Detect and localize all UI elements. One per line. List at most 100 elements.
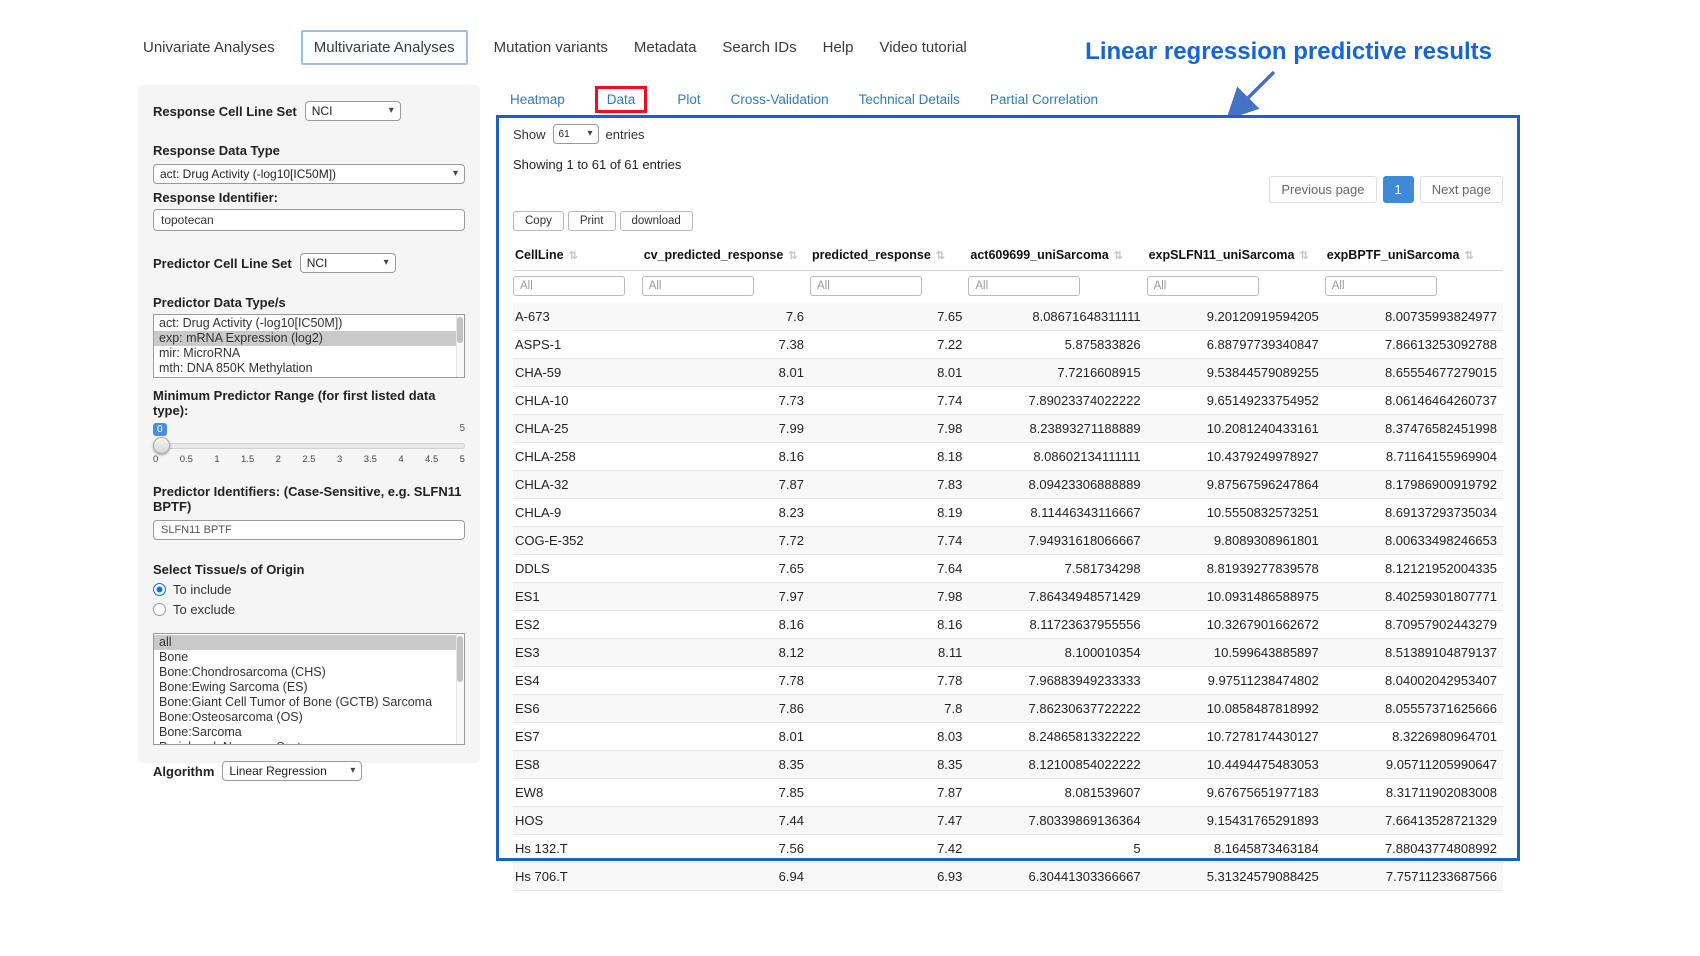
cell-value: 7.42 xyxy=(810,835,968,863)
copy-button[interactable]: Copy xyxy=(513,211,564,231)
response-identifier-label: Response Identifier: xyxy=(153,190,465,205)
top-nav: Univariate Analyses Multivariate Analyses… xyxy=(143,30,967,65)
sort-icon[interactable]: ⇅ xyxy=(1464,250,1473,262)
table-row: CHLA-257.997.988.2389327118888910.208124… xyxy=(513,415,1503,443)
list-option-bone-ewing-sarcoma-es[interactable]: Bone:Ewing Sarcoma (ES) xyxy=(154,680,464,695)
list-option-mth-dna-850k-methylation[interactable]: mth: DNA 850K Methylation xyxy=(154,361,464,376)
sort-icon[interactable]: ⇅ xyxy=(1114,250,1123,262)
list-option-act-drug-activity-log10-ic50m[interactable]: act: Drug Activity (-log10[IC50M]) xyxy=(154,316,464,331)
cell-line-name: CHLA-32 xyxy=(513,471,642,499)
algorithm-select[interactable]: Linear Regression ▾ xyxy=(222,761,362,781)
radio-button-icon[interactable] xyxy=(153,603,166,616)
filter-input-cv-predicted-response[interactable] xyxy=(642,276,754,296)
cell-line-name: ASPS-1 xyxy=(513,331,642,359)
slider-tick-label: 3 xyxy=(337,454,342,465)
list-option-bone-osteosarcoma-os[interactable]: Bone:Osteosarcoma (OS) xyxy=(154,710,464,725)
slider-track[interactable] xyxy=(153,443,465,449)
radio-to-exclude[interactable]: To exclude xyxy=(153,602,465,617)
cell-line-name: ES1 xyxy=(513,583,642,611)
download-button[interactable]: download xyxy=(620,211,693,231)
sort-icon[interactable]: ⇅ xyxy=(1299,250,1308,262)
scrollbar-thumb[interactable] xyxy=(457,317,463,343)
cell-value: 8.23 xyxy=(642,499,810,527)
column-header-act609699-unisarcoma[interactable]: act609699_uniSarcoma⇅ xyxy=(968,240,1146,271)
cell-value: 6.88797739340847 xyxy=(1147,331,1325,359)
sort-icon[interactable]: ⇅ xyxy=(569,250,578,262)
scrollbar[interactable] xyxy=(456,315,464,377)
cell-value: 7.86434948571429 xyxy=(968,583,1146,611)
predictor-data-type-list[interactable]: act: Drug Activity (-log10[IC50M])exp: m… xyxy=(153,314,465,378)
nav-item-search-ids[interactable]: Search IDs xyxy=(722,32,796,63)
table-row: CHA-598.018.017.72166089159.538445790892… xyxy=(513,359,1503,387)
filter-input-cellline[interactable] xyxy=(513,276,625,296)
tab-plot[interactable]: Plot xyxy=(677,87,700,112)
radio-to-include[interactable]: To include xyxy=(153,582,465,597)
sort-icon[interactable]: ⇅ xyxy=(936,250,945,262)
response-identifier-input[interactable] xyxy=(153,209,465,231)
cell-value: 9.87567596247864 xyxy=(1147,471,1325,499)
scrollbar[interactable] xyxy=(456,634,464,744)
cell-line-name: ES8 xyxy=(513,751,642,779)
previous-page-button[interactable]: Previous page xyxy=(1269,176,1376,203)
list-option-mir-microrna[interactable]: mir: MicroRNA xyxy=(154,346,464,361)
nav-item-mutation-variants[interactable]: Mutation variants xyxy=(494,32,608,63)
cell-line-name: Hs 132.T xyxy=(513,835,642,863)
list-option-peripheral-nervous-system[interactable]: Peripheral_Nervous_System xyxy=(154,740,464,745)
table-row: ES67.867.87.8623063772222210.08584878189… xyxy=(513,695,1503,723)
show-entries-row: Show 61 ▾ entries xyxy=(513,124,1503,144)
page: Univariate Analyses Multivariate Analyses… xyxy=(0,0,1700,956)
next-page-button[interactable]: Next page xyxy=(1420,176,1503,203)
nav-item-univariate-analyses[interactable]: Univariate Analyses xyxy=(143,32,275,63)
cell-value: 8.35 xyxy=(642,751,810,779)
radio-button-icon[interactable] xyxy=(153,583,166,596)
column-header-expslfn11-unisarcoma[interactable]: expSLFN11_uniSarcoma⇅ xyxy=(1147,240,1325,271)
scrollbar-thumb[interactable] xyxy=(457,636,463,682)
predictor-identifiers-input[interactable] xyxy=(153,520,465,540)
response-cell-line-set-select[interactable]: NCI ▾ xyxy=(305,101,401,121)
filter-cell xyxy=(968,271,1146,304)
print-button[interactable]: Print xyxy=(568,211,616,231)
nav-item-metadata[interactable]: Metadata xyxy=(634,32,697,63)
page-number-button[interactable]: 1 xyxy=(1383,176,1414,203)
sort-icon[interactable]: ⇅ xyxy=(788,250,797,262)
cell-value: 7.88043774808992 xyxy=(1325,835,1503,863)
cell-value: 9.05711205990647 xyxy=(1325,751,1503,779)
nav-item-video-tutorial[interactable]: Video tutorial xyxy=(879,32,966,63)
response-data-type-select[interactable]: act: Drug Activity (-log10[IC50M]) ▾ xyxy=(153,164,465,184)
response-cell-line-set-value: NCI xyxy=(312,104,333,118)
tab-partial-correlation[interactable]: Partial Correlation xyxy=(990,87,1098,112)
cell-value: 7.74 xyxy=(810,527,968,555)
column-header-predicted-response[interactable]: predicted_response⇅ xyxy=(810,240,968,271)
slider-handle[interactable] xyxy=(153,437,170,454)
cell-value: 8.69137293735034 xyxy=(1325,499,1503,527)
column-header-cellline[interactable]: CellLine⇅ xyxy=(513,240,642,271)
list-option-bone-sarcoma[interactable]: Bone:Sarcoma xyxy=(154,725,464,740)
list-option-all[interactable]: all xyxy=(154,635,464,650)
cell-value: 7.94931618066667 xyxy=(968,527,1146,555)
column-header-expbptf-unisarcoma[interactable]: expBPTF_uniSarcoma⇅ xyxy=(1325,240,1503,271)
list-option-bone-chondrosarcoma-chs[interactable]: Bone:Chondrosarcoma (CHS) xyxy=(154,665,464,680)
nav-item-help[interactable]: Help xyxy=(823,32,854,63)
entries-select[interactable]: 61 ▾ xyxy=(553,124,599,144)
nav-item-multivariate-analyses[interactable]: Multivariate Analyses xyxy=(301,30,468,65)
filter-input-predicted-response[interactable] xyxy=(810,276,922,296)
filter-input-expslfn11-unisarcoma[interactable] xyxy=(1147,276,1259,296)
tab-technical-details[interactable]: Technical Details xyxy=(859,87,960,112)
predictor-cell-line-set-select[interactable]: NCI ▾ xyxy=(300,253,396,273)
tab-data[interactable]: Data xyxy=(595,86,648,113)
filter-input-act609699-unisarcoma[interactable] xyxy=(968,276,1080,296)
list-option-exp-mrna-expression-log2[interactable]: exp: mRNA Expression (log2) xyxy=(154,331,464,346)
min-range-slider[interactable]: 0 5 00.511.522.533.544.55 xyxy=(153,426,465,474)
filter-input-expbptf-unisarcoma[interactable] xyxy=(1325,276,1437,296)
tab-cross-validation[interactable]: Cross-Validation xyxy=(731,87,829,112)
cell-value: 8.71164155969904 xyxy=(1325,443,1503,471)
list-option-bone-giant-cell-tumor-of-bone-gctb-sarcoma[interactable]: Bone:Giant Cell Tumor of Bone (GCTB) Sar… xyxy=(154,695,464,710)
column-header-cv-predicted-response[interactable]: cv_predicted_response⇅ xyxy=(642,240,810,271)
cell-value: 7.87 xyxy=(642,471,810,499)
cell-value: 8.35 xyxy=(810,751,968,779)
tissue-list[interactable]: allBoneBone:Chondrosarcoma (CHS)Bone:Ewi… xyxy=(153,633,465,745)
list-option-bone[interactable]: Bone xyxy=(154,650,464,665)
result-tabs: Heatmap Data Plot Cross-Validation Technical… xyxy=(510,86,1098,113)
cell-value: 7.86613253092788 xyxy=(1325,331,1503,359)
tab-heatmap[interactable]: Heatmap xyxy=(510,87,565,112)
